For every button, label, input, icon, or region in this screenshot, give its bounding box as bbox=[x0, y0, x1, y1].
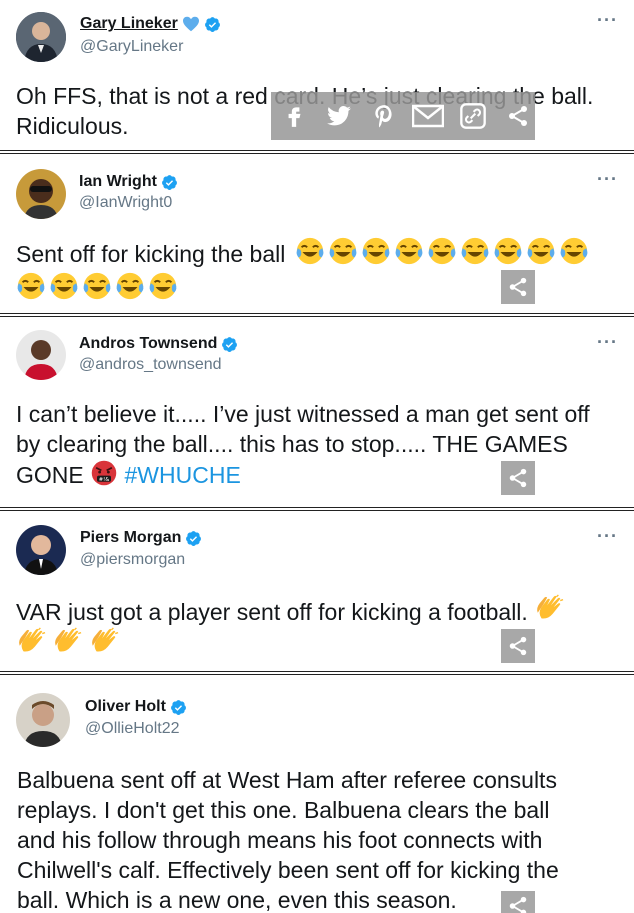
more-options-icon[interactable]: ··· bbox=[597, 10, 618, 31]
tears-of-joy-emoji bbox=[115, 271, 145, 301]
tears-of-joy-emoji bbox=[460, 236, 490, 266]
tears-of-joy-emoji bbox=[427, 236, 457, 266]
tweet-text-line: Balbuena sent off at West Ham after refe… bbox=[17, 767, 557, 793]
author-name[interactable]: Ian Wright bbox=[79, 173, 157, 191]
divider bbox=[0, 507, 634, 511]
divider bbox=[0, 150, 634, 154]
author-name[interactable]: Oliver Holt bbox=[85, 698, 166, 716]
tweet-card: Andros Townsend @andros_townsend ··· I c… bbox=[0, 319, 634, 505]
share-button[interactable] bbox=[501, 270, 535, 304]
tears-of-joy-emoji bbox=[394, 236, 424, 266]
more-options-icon[interactable]: ··· bbox=[597, 169, 618, 190]
hashtag-link[interactable]: #WHUCHE bbox=[125, 462, 241, 488]
tweet-card: Oliver Holt @OllieHolt22 Balbuena sent o… bbox=[0, 677, 634, 913]
tears-of-joy-emoji bbox=[16, 271, 46, 301]
author-name[interactable]: Piers Morgan bbox=[80, 529, 181, 547]
divider bbox=[0, 313, 634, 317]
tweet-text-line: Chilwell's calf. Effectively been sent o… bbox=[17, 857, 559, 883]
avatar-image bbox=[16, 169, 66, 219]
clapping-hands-emoji bbox=[89, 627, 119, 657]
share-icon bbox=[507, 276, 529, 298]
author-handle[interactable]: @OllieHolt22 bbox=[85, 720, 180, 738]
verified-icon bbox=[185, 530, 202, 547]
verified-icon bbox=[204, 16, 221, 33]
tears-of-joy-emoji bbox=[148, 271, 178, 301]
author-handle[interactable]: @andros_townsend bbox=[79, 356, 222, 374]
clapping-hands-emoji bbox=[52, 627, 82, 657]
tweet-text-line: replays. I don't get this one. Balbuena … bbox=[17, 797, 550, 823]
author-row: Gary Lineker bbox=[80, 15, 221, 33]
link-icon[interactable] bbox=[456, 98, 491, 134]
author-row: Ian Wright bbox=[79, 173, 178, 191]
tears-of-joy-emoji bbox=[49, 271, 79, 301]
tears-of-joy-emoji bbox=[361, 236, 391, 266]
clapping-hands-emoji bbox=[534, 594, 564, 624]
author-row: Piers Morgan bbox=[80, 529, 202, 547]
pinterest-icon[interactable] bbox=[366, 98, 401, 134]
author-handle[interactable]: @IanWright0 bbox=[79, 194, 172, 212]
tweet-card: Piers Morgan @piersmorgan ··· VAR just g… bbox=[0, 513, 634, 671]
tears-of-joy-emoji bbox=[328, 236, 358, 266]
tweet-text-line: GONE bbox=[16, 462, 84, 488]
tears-of-joy-emoji bbox=[82, 271, 112, 301]
avatar[interactable] bbox=[16, 12, 66, 62]
verified-icon bbox=[161, 174, 178, 191]
avatar[interactable] bbox=[16, 330, 66, 380]
tweet-card: Gary Lineker @GaryLineker ··· Oh FFS, th… bbox=[0, 0, 634, 152]
share-button[interactable] bbox=[501, 629, 535, 663]
tears-of-joy-emoji bbox=[526, 236, 556, 266]
share-button[interactable] bbox=[501, 461, 535, 495]
avatar[interactable] bbox=[16, 693, 70, 747]
twitter-icon[interactable] bbox=[322, 98, 357, 134]
tweet-text-line: by clearing the ball.... this has to sto… bbox=[16, 431, 568, 457]
avatar-image bbox=[16, 525, 66, 575]
author-name[interactable]: Gary Lineker bbox=[80, 15, 178, 33]
divider bbox=[0, 671, 634, 675]
tweet-card: Ian Wright @IanWright0 ··· Sent off for … bbox=[0, 156, 634, 314]
share-icon bbox=[507, 635, 529, 657]
share-button[interactable] bbox=[501, 891, 535, 913]
tweet-text-line: I can’t believe it..... I’ve just witnes… bbox=[16, 401, 590, 427]
verified-icon bbox=[170, 699, 187, 716]
cursing-face-emoji bbox=[90, 459, 118, 487]
email-icon[interactable] bbox=[411, 98, 446, 134]
author-row: Oliver Holt bbox=[85, 698, 187, 716]
tweet-text-line: VAR just got a player sent off for kicki… bbox=[16, 599, 528, 625]
share-icon bbox=[507, 467, 529, 489]
avatar[interactable] bbox=[16, 525, 66, 575]
verified-icon bbox=[221, 336, 238, 353]
avatar-image bbox=[16, 693, 70, 747]
tears-of-joy-emoji bbox=[559, 236, 589, 266]
author-row: Andros Townsend bbox=[79, 335, 238, 353]
author-name[interactable]: Andros Townsend bbox=[79, 335, 217, 353]
author-handle[interactable]: @GaryLineker bbox=[80, 38, 183, 56]
share-icon[interactable] bbox=[500, 98, 535, 134]
author-handle[interactable]: @piersmorgan bbox=[80, 551, 185, 569]
more-options-icon[interactable]: ··· bbox=[597, 526, 618, 547]
share-toolbar bbox=[271, 92, 535, 140]
share-icon bbox=[507, 895, 529, 913]
tears-of-joy-emoji bbox=[295, 236, 325, 266]
tweet-text-line: Sent off for kicking the ball bbox=[16, 241, 286, 267]
facebook-icon[interactable] bbox=[277, 98, 312, 134]
clapping-hands-emoji bbox=[16, 627, 46, 657]
more-options-icon[interactable]: ··· bbox=[597, 332, 618, 353]
avatar[interactable] bbox=[16, 169, 66, 219]
blue-heart-icon bbox=[182, 16, 199, 32]
avatar-image bbox=[16, 12, 66, 62]
avatar-image bbox=[16, 330, 66, 380]
tears-of-joy-emoji bbox=[493, 236, 523, 266]
tweet-text-line: and his follow through means his foot co… bbox=[17, 827, 543, 853]
